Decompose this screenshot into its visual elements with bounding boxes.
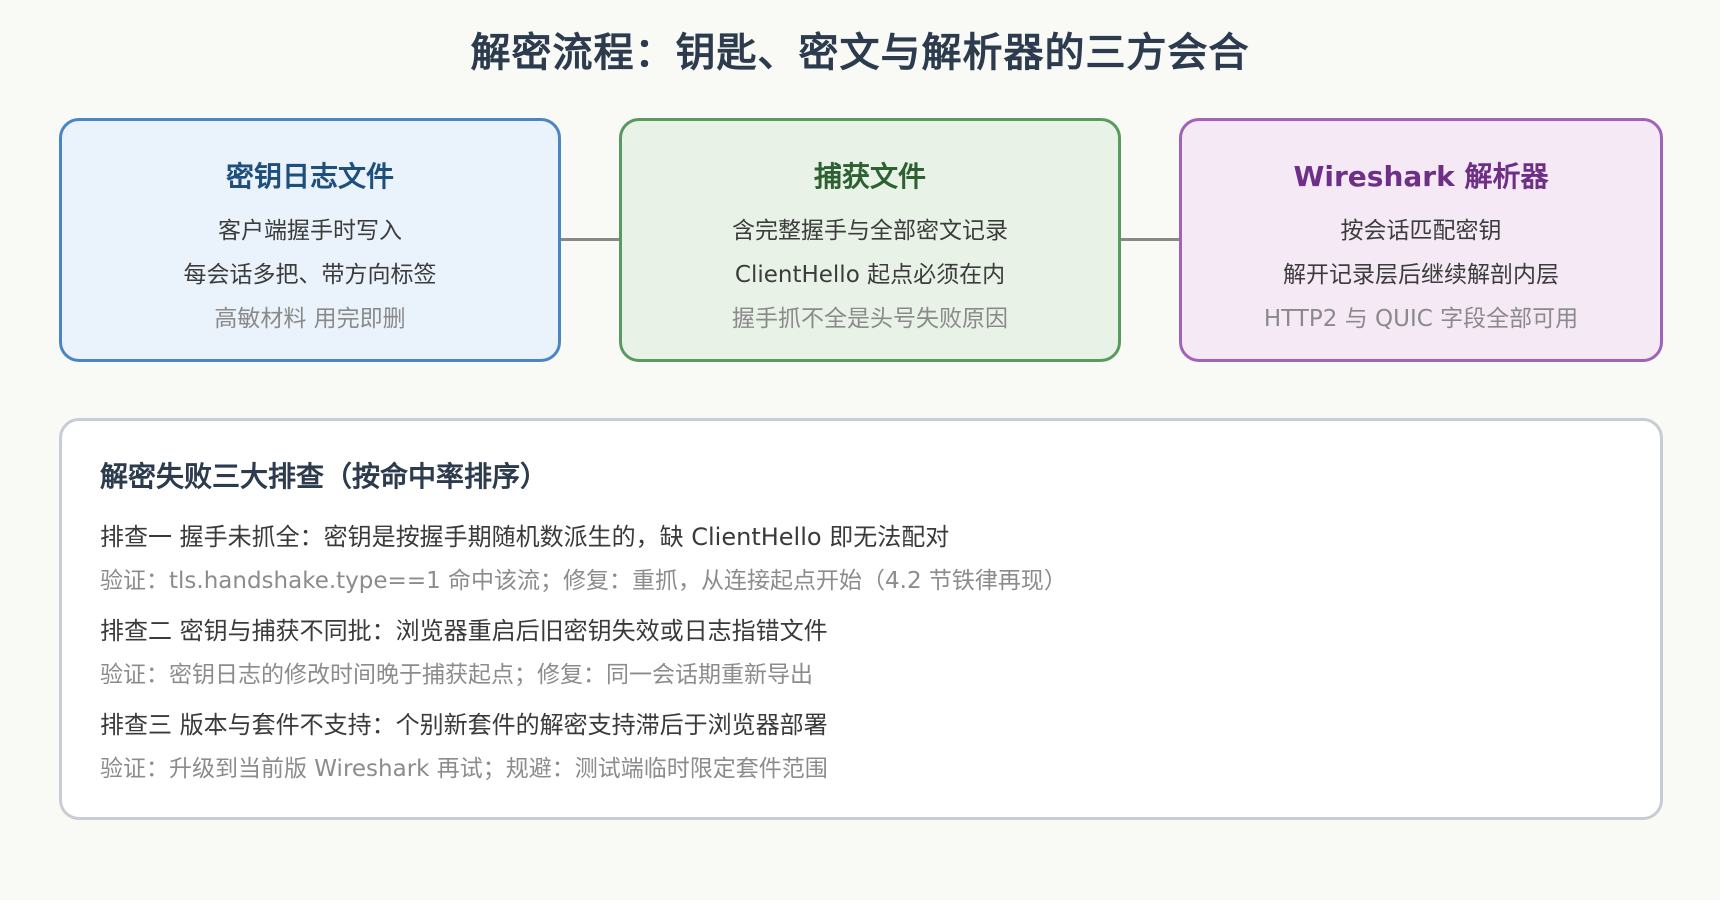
key-log-file-card: 密钥日志文件 客户端握手时写入 每会话多把、带方向标签 高敏材料 用完即删 bbox=[59, 118, 561, 362]
card-line: 按会话匹配密钥 bbox=[1340, 218, 1502, 244]
check-item-main: 排查二 密钥与捕获不同批：浏览器重启后旧密钥失效或日志指错文件 bbox=[100, 617, 828, 645]
card-note: 握手抓不全是头号失败原因 bbox=[732, 306, 1008, 332]
wireshark-dissector-card: Wireshark 解析器 按会话匹配密钥 解开记录层后继续解剖内层 HTTP2… bbox=[1179, 118, 1663, 362]
card-title: 捕获文件 bbox=[813, 160, 926, 193]
card-line: 每会话多把、带方向标签 bbox=[183, 262, 437, 288]
card-note: 高敏材料 用完即删 bbox=[214, 306, 406, 332]
card-line: 解开记录层后继续解剖内层 bbox=[1283, 262, 1559, 288]
connector-line-right bbox=[1121, 238, 1179, 241]
capture-file-card: 捕获文件 含完整握手与全部密文记录 ClientHello 起点必须在内 握手抓… bbox=[619, 118, 1121, 362]
card-line: 含完整握手与全部密文记录 bbox=[732, 218, 1008, 244]
card-line: 客户端握手时写入 bbox=[218, 218, 402, 244]
card-line: ClientHello 起点必须在内 bbox=[734, 262, 1006, 288]
check-item-main: 排查一 握手未抓全：密钥是按握手期随机数派生的，缺 ClientHello 即无… bbox=[100, 523, 950, 551]
page-title: 解密流程：钥匙、密文与解析器的三方会合 bbox=[470, 30, 1250, 76]
panel-title: 解密失败三大排查（按命中率排序） bbox=[100, 460, 549, 493]
card-title: Wireshark 解析器 bbox=[1293, 160, 1549, 193]
troubleshooting-panel: 解密失败三大排查（按命中率排序） 排查一 握手未抓全：密钥是按握手期随机数派生的… bbox=[59, 418, 1663, 820]
check-item-sub: 验证：tls.handshake.type==1 命中该流；修复：重抓，从连接起… bbox=[100, 568, 1067, 594]
check-item-main: 排查三 版本与套件不支持：个别新套件的解密支持滞后于浏览器部署 bbox=[100, 711, 828, 739]
card-title: 密钥日志文件 bbox=[225, 160, 394, 193]
check-item-sub: 验证：密钥日志的修改时间晚于捕获起点；修复：同一会话期重新导出 bbox=[100, 662, 813, 688]
card-note: HTTP2 与 QUIC 字段全部可用 bbox=[1263, 306, 1579, 332]
check-item-sub: 验证：升级到当前版 Wireshark 再试；规避：测试端临时限定套件范围 bbox=[100, 756, 828, 782]
connector-line-left bbox=[561, 238, 619, 241]
